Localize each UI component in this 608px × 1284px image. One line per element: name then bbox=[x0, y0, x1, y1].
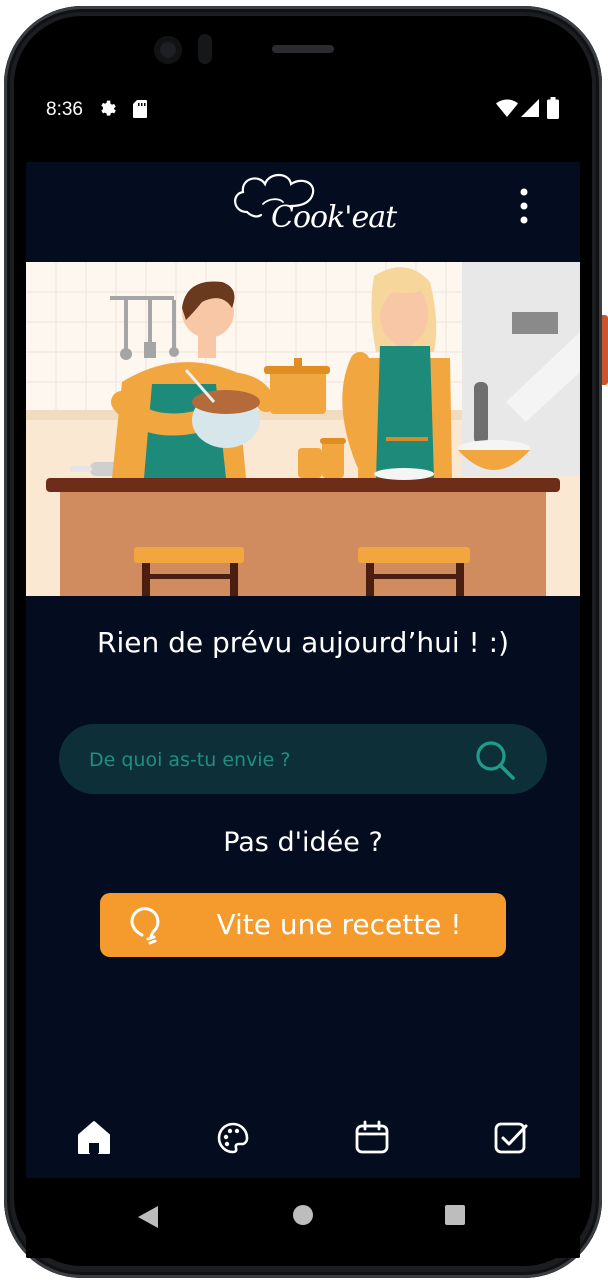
power-button bbox=[602, 315, 608, 385]
nav-home[interactable] bbox=[74, 1118, 114, 1158]
nav-calendar[interactable] bbox=[352, 1118, 392, 1158]
screen: 8:36 Cook'eat Rien de prévu aujourd’hui … bbox=[26, 80, 580, 1258]
search-icon[interactable] bbox=[473, 738, 517, 782]
wifi-icon bbox=[496, 98, 518, 122]
more-vertical-icon[interactable] bbox=[512, 186, 536, 226]
front-camera bbox=[154, 36, 182, 64]
recents-icon[interactable] bbox=[444, 1204, 466, 1230]
random-recipe-label: Vite une recette ! bbox=[216, 908, 462, 941]
logo-text: Cook'eat bbox=[271, 200, 397, 235]
home-icon bbox=[78, 1121, 110, 1154]
phone-frame: 8:36 Cook'eat Rien de prévu aujourd’hui … bbox=[0, 0, 608, 1284]
sd-card-icon bbox=[132, 99, 148, 123]
cookeat-logo[interactable]: Cook'eat bbox=[229, 168, 397, 244]
app-root: Cook'eat Rien de prévu aujourd’hui !:) … bbox=[26, 162, 580, 1178]
empty-plan-message: Rien de prévu aujourd’hui ! :) bbox=[96, 626, 510, 659]
search-bar[interactable] bbox=[59, 724, 547, 796]
nav-palette[interactable] bbox=[213, 1118, 253, 1158]
search-input[interactable] bbox=[87, 724, 471, 796]
nav-checklist[interactable] bbox=[491, 1118, 531, 1158]
status-time: 8:36 bbox=[46, 99, 83, 120]
gear-icon bbox=[98, 99, 118, 123]
hero-illustration bbox=[26, 262, 580, 596]
system-nav-bar bbox=[26, 1178, 580, 1258]
home-circle-icon[interactable] bbox=[292, 1204, 314, 1230]
battery-icon bbox=[547, 97, 559, 123]
earpiece-speaker bbox=[272, 45, 334, 53]
lightbulb-icon bbox=[124, 903, 168, 947]
back-icon[interactable] bbox=[136, 1204, 160, 1234]
calendar-icon bbox=[355, 1120, 389, 1154]
status-bar: 8:36 bbox=[26, 80, 580, 162]
no-idea-label: Pas d'idée ? bbox=[223, 827, 383, 858]
checkbox-icon bbox=[494, 1122, 528, 1154]
proximity-sensor bbox=[198, 34, 212, 64]
bottom-nav bbox=[26, 1098, 580, 1178]
random-recipe-button[interactable]: Vite une recette ! bbox=[100, 893, 506, 957]
signal-icon bbox=[520, 98, 540, 122]
palette-icon bbox=[217, 1122, 249, 1154]
app-bar: Cook'eat bbox=[26, 162, 580, 262]
